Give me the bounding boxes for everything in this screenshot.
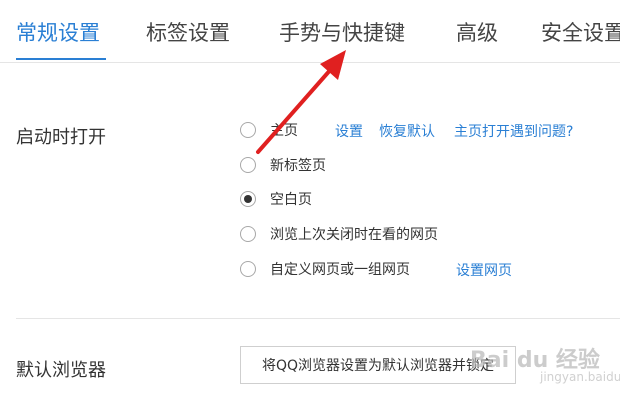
radio-last-session[interactable] bbox=[240, 226, 256, 242]
radio-new-tab[interactable] bbox=[240, 157, 256, 173]
radio-new-tab-label: 新标签页 bbox=[270, 158, 326, 174]
startup-option-homepage[interactable]: 主页 bbox=[240, 119, 298, 141]
radio-blank-label: 空白页 bbox=[270, 192, 312, 208]
startup-section-label: 启动时打开 bbox=[16, 127, 106, 148]
radio-custom-label: 自定义网页或一组网页 bbox=[270, 262, 410, 278]
tab-general[interactable]: 常规设置 bbox=[16, 17, 100, 47]
radio-homepage[interactable] bbox=[240, 122, 256, 138]
radio-custom[interactable] bbox=[240, 261, 256, 277]
tab-advanced[interactable]: 高级 bbox=[456, 17, 498, 47]
active-tab-indicator bbox=[16, 58, 106, 60]
homepage-problem-link[interactable]: 主页打开遇到问题? bbox=[454, 121, 573, 141]
startup-option-blank[interactable]: 空白页 bbox=[240, 188, 312, 210]
radio-blank[interactable] bbox=[240, 191, 256, 207]
section-divider bbox=[16, 318, 620, 319]
default-browser-section-label: 默认浏览器 bbox=[16, 360, 106, 381]
homepage-settings-link[interactable]: 设置 bbox=[335, 121, 363, 141]
baidu-watermark-url: jingyan.baidu.com bbox=[540, 370, 620, 384]
radio-homepage-label: 主页 bbox=[270, 123, 298, 139]
settings-tab-bar: 常规设置 标签设置 手势与快捷键 高级 安全设置 bbox=[0, 0, 620, 63]
custom-pages-settings-link[interactable]: 设置网页 bbox=[456, 260, 512, 280]
tab-security[interactable]: 安全设置 bbox=[541, 17, 620, 47]
startup-option-last-session[interactable]: 浏览上次关闭时在看的网页 bbox=[240, 223, 438, 245]
tab-gestures-shortcuts[interactable]: 手势与快捷键 bbox=[279, 17, 405, 47]
radio-last-session-label: 浏览上次关闭时在看的网页 bbox=[270, 227, 438, 243]
restore-default-link[interactable]: 恢复默认 bbox=[379, 121, 435, 141]
startup-option-custom[interactable]: 自定义网页或一组网页 bbox=[240, 258, 410, 280]
tab-tabs[interactable]: 标签设置 bbox=[146, 17, 230, 47]
startup-option-new-tab[interactable]: 新标签页 bbox=[240, 154, 326, 176]
